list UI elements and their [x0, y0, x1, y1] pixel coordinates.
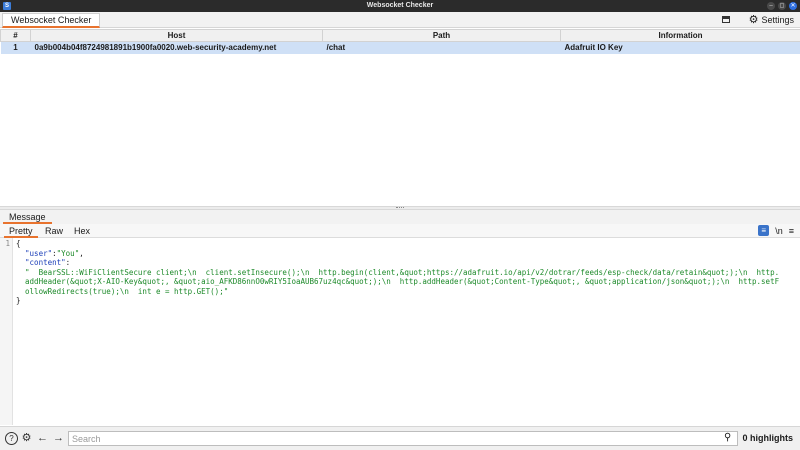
results-table: # Host Path Information 1 0a9b004b04f872… — [0, 29, 800, 206]
gear-icon[interactable]: ⚙ — [20, 432, 33, 445]
layout-icon[interactable] — [722, 16, 730, 23]
json-value-content-line-2: addHeader(&quot;X-AIO-Key&quot;, &quot;a… — [25, 277, 780, 286]
extension-tab-bar: Websocket Checker ⚙ Settings — [0, 12, 800, 28]
tab-hex[interactable]: Hex — [69, 225, 95, 238]
gear-icon: ⚙ — [748, 13, 759, 26]
search-icon[interactable]: ⚲ — [724, 432, 731, 443]
json-value-content-line-1: " BearSSL::WiFiClientSecure client;\n cl… — [25, 267, 780, 277]
json-value-user: "You" — [56, 248, 80, 258]
line-number-gutter: 1 — [0, 238, 13, 425]
search-input[interactable] — [68, 431, 738, 446]
column-header-information[interactable]: Information — [560, 29, 800, 42]
column-header-host[interactable]: Host — [30, 29, 323, 42]
json-value-content-line-3: ollowRedirects(true);\n int e = http.GET… — [25, 286, 229, 296]
tab-raw[interactable]: Raw — [40, 225, 68, 238]
help-icon[interactable]: ? — [5, 432, 18, 445]
message-editor[interactable]: 1 { "user":"You", "content": " BearSSL::… — [0, 238, 800, 425]
row-number: 1 — [0, 41, 31, 54]
splitter-grip-icon[interactable] — [396, 207, 404, 209]
tab-pretty[interactable]: Pretty — [4, 225, 38, 238]
newline-toggle[interactable]: \n — [775, 226, 783, 236]
row-path: /chat — [322, 41, 561, 54]
column-header-number[interactable]: # — [0, 29, 31, 42]
row-information: Adafruit IO Key — [560, 41, 800, 54]
minimize-icon[interactable]: – — [767, 2, 775, 10]
back-arrow-icon[interactable]: ← — [36, 432, 49, 445]
window-title: Websocket Checker — [366, 2, 434, 9]
maximize-icon[interactable]: ◻ — [778, 2, 786, 10]
close-icon[interactable]: ✕ — [789, 2, 797, 10]
highlights-count: 0 highlights — [742, 433, 794, 443]
settings-label: Settings — [761, 15, 794, 25]
title-bar: S Websocket Checker – ◻ ✕ — [0, 0, 800, 12]
json-key-content: "content" — [25, 258, 66, 267]
json-key-user: "user" — [25, 248, 53, 258]
forward-arrow-icon[interactable]: → — [52, 432, 65, 445]
table-header-row: # Host Path Information — [0, 29, 800, 42]
table-row[interactable]: 1 0a9b004b04f8724981891b1900fa0020.web-s… — [0, 41, 800, 54]
window-controls: – ◻ ✕ — [767, 2, 797, 10]
message-view-tabs: Pretty Raw Hex ≡ \n ≡ — [0, 224, 800, 238]
search-bar: ? ⚙ ← → ⚲ 0 highlights — [0, 426, 800, 450]
json-close-brace: } — [16, 296, 21, 305]
editor-tools: ≡ \n ≡ — [758, 225, 794, 236]
word-wrap-icon[interactable]: ≡ — [758, 225, 770, 236]
json-open-brace: { — [16, 239, 21, 248]
column-header-path[interactable]: Path — [322, 29, 561, 42]
tab-message[interactable]: Message — [3, 211, 52, 224]
settings-button[interactable]: ⚙ Settings — [749, 13, 794, 27]
tab-websocket-checker[interactable]: Websocket Checker — [2, 13, 101, 28]
menu-icon[interactable]: ≡ — [789, 226, 794, 236]
code-content[interactable]: { "user":"You", "content": " BearSSL::Wi… — [16, 239, 796, 306]
row-host: 0a9b004b04f8724981891b1900fa0020.web-sec… — [30, 41, 323, 54]
message-panel-header: Message — [0, 210, 800, 224]
